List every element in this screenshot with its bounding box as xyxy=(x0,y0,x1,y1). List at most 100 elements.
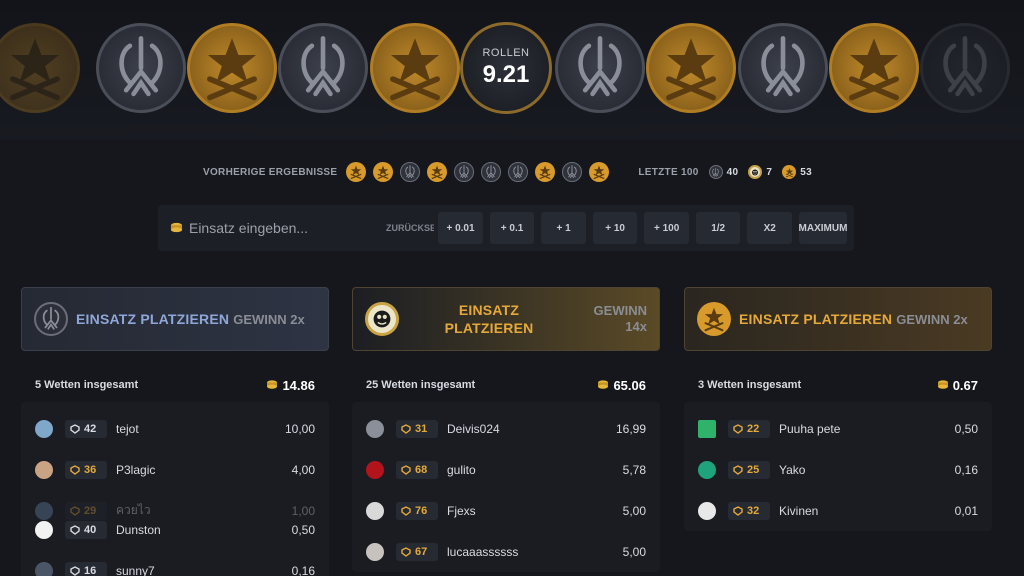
bet-row: 25 Yako 0,16 xyxy=(684,449,992,490)
level-icon xyxy=(733,506,743,516)
bonus-icon xyxy=(365,302,399,336)
bet-amount: 0,50 xyxy=(954,421,978,436)
avatar xyxy=(35,419,53,438)
player-name: sunny7 xyxy=(116,563,155,576)
bet-bar: ZURÜCKSETZEN + 0.01 + 0.1 + 1 + 10 + 100… xyxy=(158,205,854,251)
ct-result-icon xyxy=(508,162,529,182)
max-button[interactable]: MAXIMUM xyxy=(799,212,847,244)
level-badge: 32 xyxy=(728,501,770,520)
roulette-strip: ROLLEN 9.21 xyxy=(0,0,1024,140)
bet-amount-input[interactable] xyxy=(188,213,361,243)
player-name: Fjexs xyxy=(447,503,476,518)
double-button[interactable]: X2 xyxy=(747,212,792,244)
bonus-count: 7 xyxy=(766,166,773,178)
bet-total-value: 65.06 xyxy=(613,377,646,393)
bet-row: 29 ควยไว 1,00 xyxy=(21,490,329,531)
bet-amount: 0,16 xyxy=(954,462,978,477)
add-10-button[interactable]: + 10 xyxy=(592,212,638,244)
bet-summary: 25 Wetten insgesamt 65.06 xyxy=(352,372,660,398)
bet-summary: 5 Wetten insgesamt 14.86 xyxy=(21,372,329,398)
bet-amount: 5,00 xyxy=(622,544,646,559)
bet-amount: 1,00 xyxy=(291,503,315,518)
avatar xyxy=(366,542,384,561)
bet-row: 32 Kivinen 0,01 xyxy=(684,490,992,531)
ct-coin xyxy=(278,23,368,113)
last-100-label: LETZTE 100 xyxy=(638,166,699,178)
previous-results: VORHERIGE ERGEBNISSE LETZTE 100 40 7 53 xyxy=(203,160,822,184)
bet-list: 42 tejot 10,00 36 P3lagic 4,00 29 ควยไว … xyxy=(21,402,329,576)
bet-amount: 16,99 xyxy=(615,421,646,436)
player-name: P3lagic xyxy=(116,462,156,477)
avatar xyxy=(35,561,53,576)
t-coin xyxy=(646,23,736,113)
bet-row: 68 gulito 5,78 xyxy=(352,449,660,490)
level-icon xyxy=(733,465,743,475)
level-badge: 42 xyxy=(65,419,107,438)
level-badge: 31 xyxy=(396,419,438,438)
place-bet-ct-button[interactable]: EINSATZ PLATZIEREN GEWINN 2x xyxy=(21,287,329,351)
bet-amount: 10,00 xyxy=(284,421,315,436)
bet-summary: 3 Wetten insgesamt 0.67 xyxy=(684,372,992,398)
bet-count: 5 Wetten insgesamt xyxy=(35,379,139,391)
bet-amount: 5,00 xyxy=(622,503,646,518)
ct-icon xyxy=(708,165,723,179)
coin-icon xyxy=(937,380,949,390)
bet-total: 65.06 xyxy=(597,378,646,393)
bet-list: 22 Puuha pete 0,50 25 Yako 0,16 32 Kivin… xyxy=(684,402,992,531)
half-button[interactable]: 1/2 xyxy=(695,212,741,244)
ct-result-icon xyxy=(562,162,583,182)
level-icon xyxy=(70,465,80,475)
avatar xyxy=(366,460,384,479)
ct-result-icon xyxy=(454,162,475,182)
bonus-icon xyxy=(748,165,763,179)
win-multiplier: GEWINN 14x xyxy=(593,303,647,334)
ct-coin xyxy=(738,23,828,113)
level-badge: 22 xyxy=(728,419,770,438)
avatar xyxy=(366,419,384,438)
add-1-button[interactable]: + 1 xyxy=(541,212,586,244)
level-badge: 36 xyxy=(65,460,107,479)
place-bet-t-button[interactable]: EINSATZ PLATZIEREN GEWINN 2x xyxy=(684,287,992,351)
t-icon xyxy=(782,165,797,179)
ct-result-icon xyxy=(481,162,502,182)
t-coin xyxy=(0,23,80,113)
level-icon xyxy=(70,424,80,434)
coin-icon xyxy=(597,380,609,390)
previous-results-list xyxy=(346,162,616,182)
ct-result-icon xyxy=(400,162,421,182)
t-count: 53 xyxy=(800,166,812,178)
place-bet-label: EINSATZ PLATZIEREN xyxy=(444,302,534,336)
player-name: Yako xyxy=(779,462,806,477)
bet-row: 31 Deivis024 16,99 xyxy=(352,408,660,449)
bet-amount: 4,00 xyxy=(291,462,315,477)
bet-total-value: 14.86 xyxy=(282,377,315,393)
level-icon xyxy=(401,547,411,557)
player-name: Kivinen xyxy=(779,503,819,518)
ct-coin xyxy=(96,23,186,113)
place-bet-bonus-button[interactable]: EINSATZ PLATZIEREN GEWINN 14x xyxy=(352,287,660,351)
add-001-button[interactable]: + 0.01 xyxy=(438,212,483,244)
player-name: tejot xyxy=(116,421,139,436)
avatar xyxy=(366,501,384,520)
place-bet-label: EINSATZ PLATZIEREN xyxy=(739,311,893,327)
roll-label: ROLLEN xyxy=(482,47,530,59)
coin-icon xyxy=(266,380,278,390)
player-name: Puuha pete xyxy=(779,421,841,436)
bet-count: 25 Wetten insgesamt xyxy=(366,379,476,391)
level-badge: 68 xyxy=(396,460,438,479)
win-multiplier: GEWINN 2x xyxy=(233,311,305,327)
level-badge: 67 xyxy=(396,542,438,561)
ct-bet-column: EINSATZ PLATZIEREN GEWINN 2x 5 Wetten in… xyxy=(21,287,329,576)
t-coin xyxy=(829,23,919,113)
add-100-button[interactable]: + 100 xyxy=(644,212,689,244)
t-result-icon xyxy=(427,162,448,182)
bet-list: 31 Deivis024 16,99 68 gulito 5,78 76 Fje… xyxy=(352,402,660,572)
player-name: ควยไว xyxy=(116,503,151,517)
add-01-button[interactable]: + 0.1 xyxy=(489,212,535,244)
clear-button[interactable]: ZURÜCKSETZEN xyxy=(386,223,434,233)
player-name: lucaaassssss xyxy=(447,544,519,559)
bet-total-value: 0.67 xyxy=(952,377,978,393)
bet-total: 0.67 xyxy=(937,378,978,393)
level-icon xyxy=(401,506,411,516)
ct-coin xyxy=(920,23,1010,113)
